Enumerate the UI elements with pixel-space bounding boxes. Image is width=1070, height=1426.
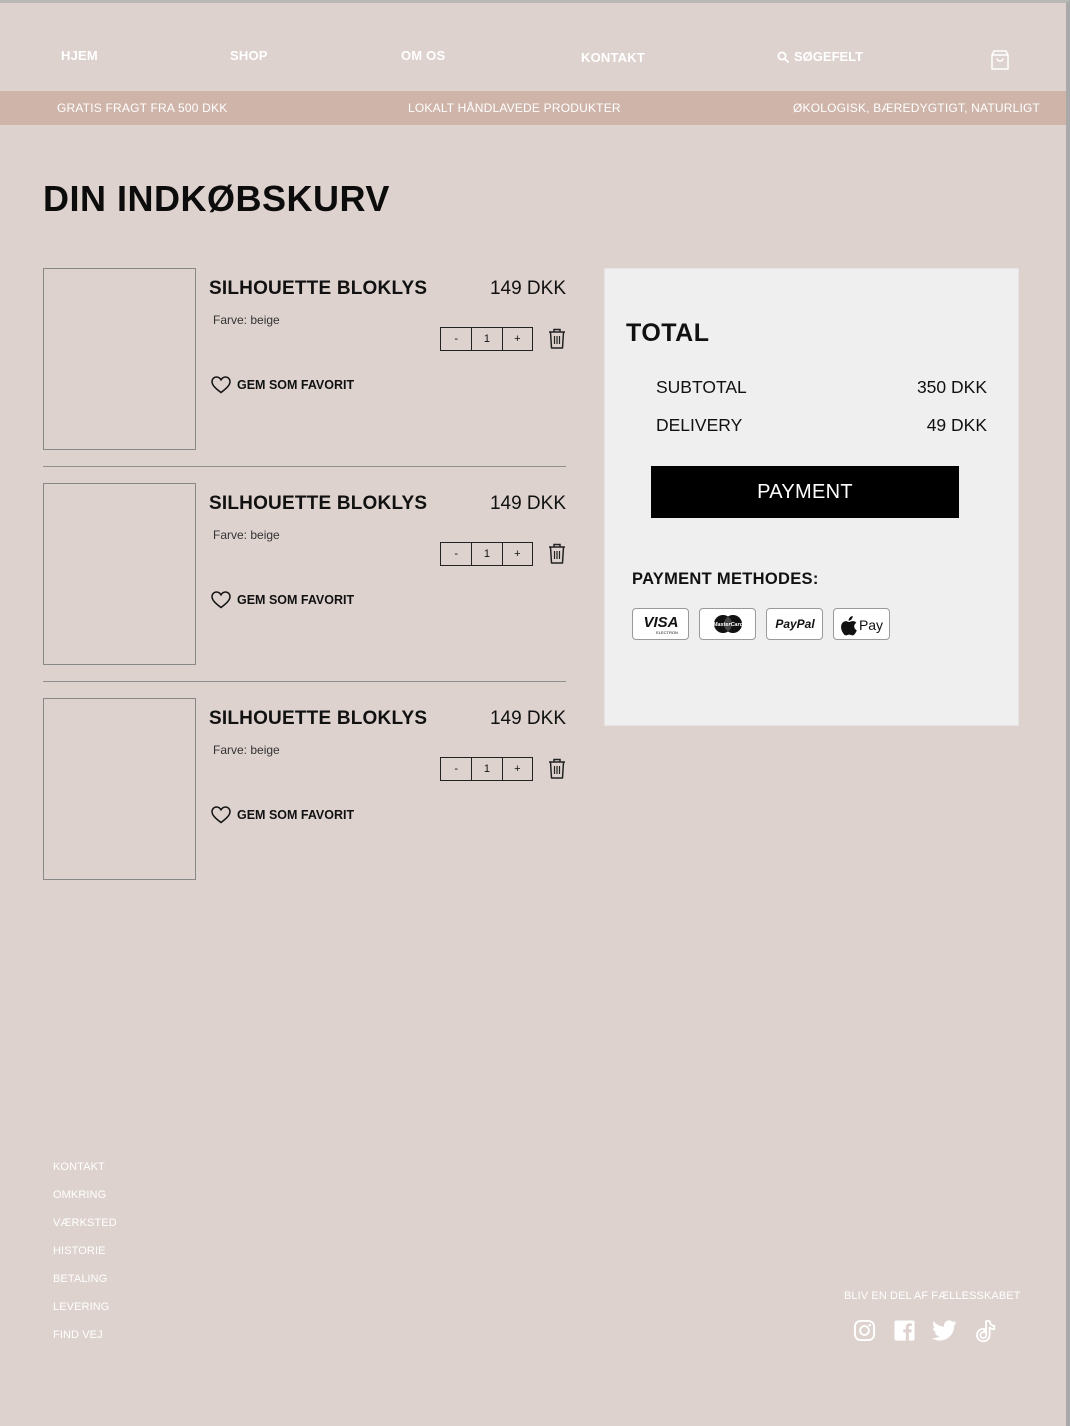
social-links <box>852 1318 997 1343</box>
trash-icon[interactable] <box>548 328 566 349</box>
search-field[interactable]: SØGEFELT <box>777 49 863 64</box>
subtotal-label: SUBTOTAL <box>656 377 747 397</box>
product-name[interactable]: SILHOUETTE BLOKLYS <box>209 708 427 730</box>
save-favorite-button[interactable]: GEM SOM FAVORIT <box>211 591 354 609</box>
shopping-bag-icon[interactable] <box>990 49 1010 71</box>
trash-icon[interactable] <box>548 543 566 564</box>
cart-item: SILHOUETTE BLOKLYS 149 DKK Farve: beige … <box>43 698 566 880</box>
footer-link-kontakt[interactable]: KONTAKT <box>53 1160 117 1188</box>
save-favorite-button[interactable]: GEM SOM FAVORIT <box>211 806 354 824</box>
community-label: BLIV EN DEL AF FÆLLESSKABET <box>844 1290 1021 1302</box>
footer-link-levering[interactable]: LEVERING <box>53 1300 117 1328</box>
footer-links: KONTAKT OMKRING VÆRKSTED HISTORIE BETALI… <box>53 1160 117 1356</box>
decrease-button[interactable]: - <box>441 543 471 565</box>
main-nav: HJEM SHOP OM OS KONTAKT SØGEFELT <box>0 3 1066 91</box>
mastercard-text: MasterCard <box>712 622 743 628</box>
cart-item: SILHOUETTE BLOKLYS 149 DKK Farve: beige … <box>43 483 566 665</box>
quantity-stepper: - 1 + <box>440 757 533 781</box>
payment-methods: VISA ELECTRON MasterCard PayPal Pay <box>632 608 890 640</box>
product-name[interactable]: SILHOUETTE BLOKLYS <box>209 493 427 515</box>
product-price: 149 DKK <box>489 278 566 299</box>
delivery-value: 49 DKK <box>926 415 987 435</box>
product-color: Farve: beige <box>213 528 280 542</box>
visa-icon: VISA ELECTRON <box>632 608 689 640</box>
product-image-placeholder[interactable] <box>43 483 196 665</box>
quantity-value[interactable]: 1 <box>471 758 501 780</box>
trash-icon[interactable] <box>548 758 566 779</box>
save-favorite-button[interactable]: GEM SOM FAVORIT <box>211 376 354 394</box>
paypal-icon: PayPal <box>766 608 823 640</box>
nav-shop[interactable]: SHOP <box>230 48 268 63</box>
increase-button[interactable]: + <box>501 328 532 350</box>
product-image-placeholder[interactable] <box>43 698 196 880</box>
product-color: Farve: beige <box>213 313 280 327</box>
quantity-stepper: - 1 + <box>440 327 533 351</box>
promo-shipping: GRATIS FRAGT FRA 500 DKK <box>57 101 228 115</box>
payment-button[interactable]: PAYMENT <box>651 466 959 518</box>
summary-title: TOTAL <box>626 319 710 347</box>
product-name[interactable]: SILHOUETTE BLOKLYS <box>209 278 427 300</box>
page-title: DIN INDKØBSKURV <box>43 178 390 219</box>
item-divider <box>43 681 566 682</box>
favorite-label: GEM SOM FAVORIT <box>237 378 355 392</box>
visa-text: VISA <box>643 614 678 631</box>
delivery-row: DELIVERY 49 DKK <box>656 415 987 436</box>
mastercard-icon: MasterCard <box>699 608 756 640</box>
visa-sub-text: ELECTRON <box>656 630 678 635</box>
tiktok-icon[interactable] <box>972 1318 997 1343</box>
quantity-stepper: - 1 + <box>440 542 533 566</box>
apple-pay-text: Pay <box>858 617 882 633</box>
favorite-label: GEM SOM FAVORIT <box>237 593 355 607</box>
promo-eco: ØKOLOGISK, BÆREDYGTIGT, NATURLIGT <box>793 101 1041 115</box>
quantity-value[interactable]: 1 <box>471 328 501 350</box>
increase-button[interactable]: + <box>501 758 532 780</box>
heart-icon <box>211 591 231 609</box>
subtotal-row: SUBTOTAL 350 DKK <box>656 377 987 398</box>
quantity-value[interactable]: 1 <box>471 543 501 565</box>
footer-link-betaling[interactable]: BETALING <box>53 1272 117 1300</box>
cart-item: SILHOUETTE BLOKLYS 149 DKK Farve: beige … <box>43 268 566 450</box>
instagram-icon[interactable] <box>852 1318 877 1343</box>
nav-home[interactable]: HJEM <box>61 48 98 63</box>
footer-link-omkring[interactable]: OMKRING <box>53 1188 117 1216</box>
apple-pay-icon: Pay <box>833 608 890 640</box>
product-price: 149 DKK <box>489 493 566 514</box>
increase-button[interactable]: + <box>501 543 532 565</box>
product-price: 149 DKK <box>489 708 566 729</box>
footer-link-vaerksted[interactable]: VÆRKSTED <box>53 1216 117 1244</box>
search-label: SØGEFELT <box>794 49 864 64</box>
decrease-button[interactable]: - <box>441 328 471 350</box>
nav-about[interactable]: OM OS <box>401 48 445 63</box>
subtotal-value: 350 DKK <box>916 377 987 397</box>
heart-icon <box>211 376 231 394</box>
facebook-icon[interactable] <box>892 1318 917 1343</box>
payment-methods-label: PAYMENT METHODES: <box>632 570 819 588</box>
footer-link-find-vej[interactable]: FIND VEJ <box>53 1328 117 1356</box>
favorite-label: GEM SOM FAVORIT <box>237 808 355 822</box>
item-divider <box>43 466 566 467</box>
decrease-button[interactable]: - <box>441 758 471 780</box>
paypal-text: PayPal <box>775 617 815 631</box>
nav-contact[interactable]: KONTAKT <box>581 50 645 65</box>
order-summary: TOTAL SUBTOTAL 350 DKK DELIVERY 49 DKK P… <box>604 268 1019 726</box>
heart-icon <box>211 806 231 824</box>
footer-link-historie[interactable]: HISTORIE <box>53 1244 117 1272</box>
product-color: Farve: beige <box>213 743 280 757</box>
delivery-label: DELIVERY <box>656 415 743 435</box>
product-image-placeholder[interactable] <box>43 268 196 450</box>
twitter-icon[interactable] <box>932 1318 957 1343</box>
promo-bar: GRATIS FRAGT FRA 500 DKK LOKALT HÅNDLAVE… <box>0 91 1066 125</box>
promo-local: LOKALT HÅNDLAVEDE PRODUKTER <box>408 101 621 115</box>
search-icon <box>777 51 789 63</box>
